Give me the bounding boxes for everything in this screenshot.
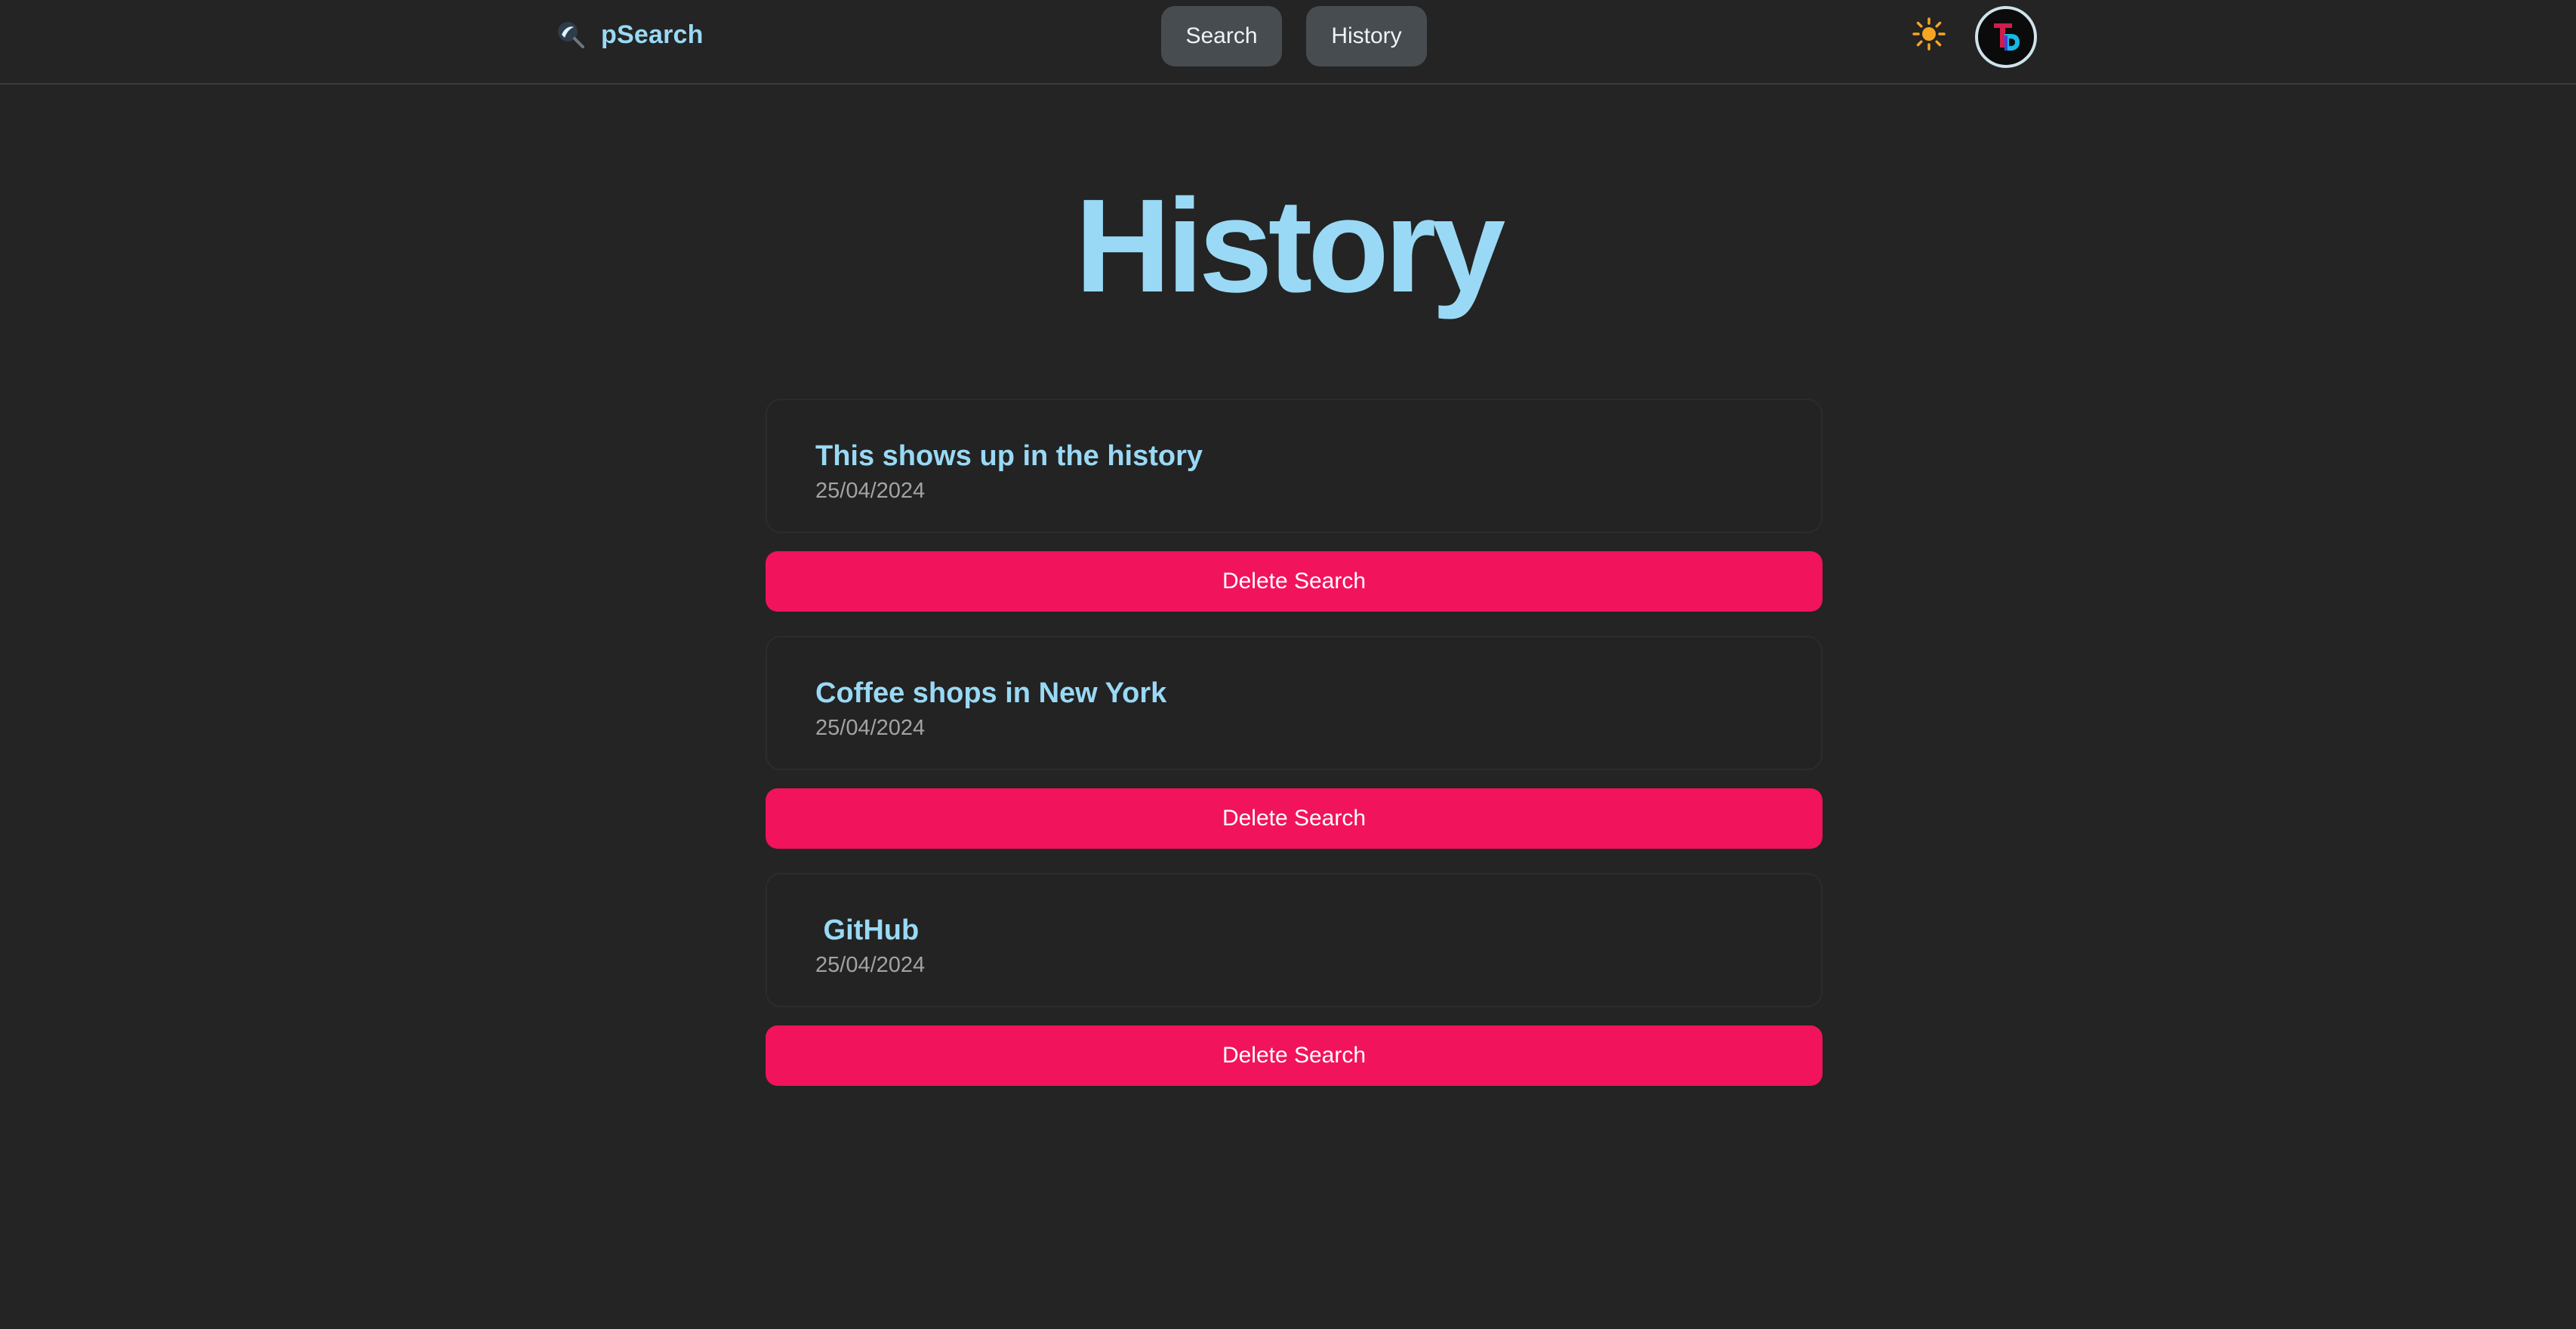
history-query: GitHub [815, 914, 920, 946]
history-entry: This shows up in the history 25/04/2024 … [766, 399, 1823, 612]
user-avatar[interactable] [1975, 6, 2037, 68]
brand-logo-link[interactable]: pSearch [554, 17, 704, 53]
nav-history-button[interactable]: History [1306, 6, 1427, 66]
page-title: History [1074, 172, 1505, 320]
nav-search-button[interactable]: Search [1161, 6, 1282, 66]
history-date: 25/04/2024 [815, 479, 926, 503]
history-entry: GitHub 25/04/2024 Delete Search [766, 873, 1823, 1086]
delete-search-button[interactable]: Delete Search [766, 788, 1823, 849]
history-entry: Coffee shops in New York 25/04/2024 Dele… [766, 636, 1823, 849]
history-list: This shows up in the history 25/04/2024 … [766, 399, 1823, 1110]
history-card[interactable]: GitHub 25/04/2024 [766, 873, 1823, 1007]
top-navbar: pSearch Search History [0, 0, 2576, 85]
sun-icon [1912, 17, 1946, 51]
brand-name: pSearch [601, 20, 704, 49]
history-date: 25/04/2024 [815, 953, 926, 977]
history-date: 25/04/2024 [815, 716, 926, 740]
history-card[interactable]: Coffee shops in New York 25/04/2024 [766, 636, 1823, 770]
theme-toggle-button[interactable] [1910, 15, 1948, 53]
avatar-logo-icon [1994, 23, 2020, 51]
delete-search-button[interactable]: Delete Search [766, 551, 1823, 612]
history-query: Coffee shops in New York [815, 677, 1167, 709]
history-query: This shows up in the history [815, 440, 1203, 472]
search-logo-icon [558, 22, 584, 48]
history-card[interactable]: This shows up in the history 25/04/2024 [766, 399, 1823, 533]
delete-search-button[interactable]: Delete Search [766, 1025, 1823, 1086]
